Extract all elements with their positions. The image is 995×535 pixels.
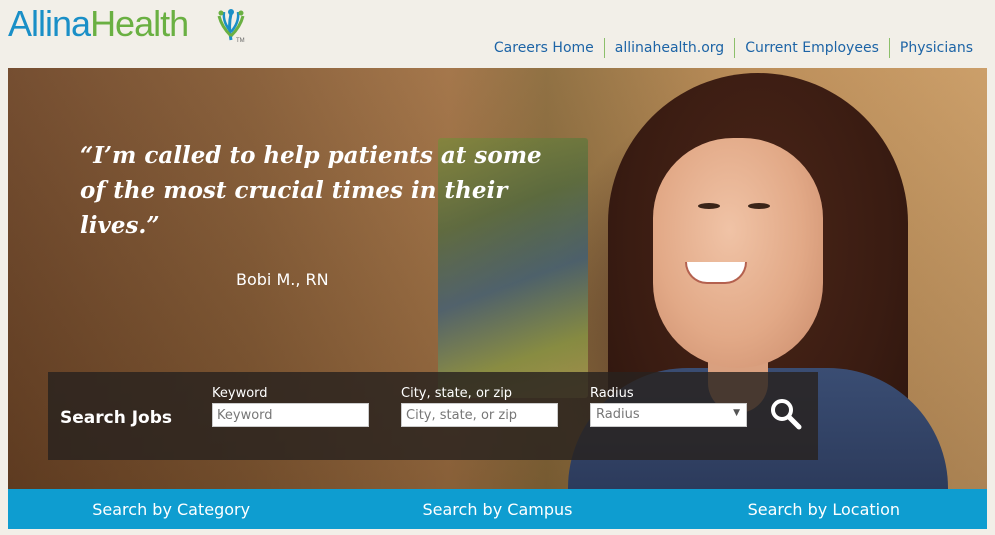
allina-health-logo[interactable]: AllinaHealth: [8, 3, 189, 44]
header: AllinaHealth TM Careers Home allinahealt…: [0, 0, 995, 68]
hero-person-eye-left: [698, 203, 720, 209]
keyword-input[interactable]: [212, 403, 369, 427]
dropdown-caret-icon: ▼: [733, 408, 740, 418]
radius-selected-value: Radius: [596, 407, 640, 422]
location-input[interactable]: [401, 403, 558, 427]
logo-text-health: Health: [90, 3, 189, 44]
hero-person-face: [653, 138, 823, 368]
allina-leaf-icon: [217, 9, 245, 41]
nav-link-current-employees[interactable]: Current Employees: [734, 38, 889, 58]
search-jobs-title: Search Jobs: [60, 408, 173, 428]
hero-quote-author: Bobi M., RN: [236, 270, 329, 289]
nav-link-allinahealth-org[interactable]: allinahealth.org: [603, 38, 734, 58]
hero-quote: “I’m called to help patients at some of …: [80, 142, 542, 239]
location-label: City, state, or zip: [401, 386, 513, 401]
keyword-label: Keyword: [212, 386, 268, 401]
search-icon[interactable]: [768, 396, 804, 432]
logo-text-allina: Allina: [8, 3, 91, 44]
nav-link-physicians[interactable]: Physicians: [888, 38, 983, 58]
search-by-category-link[interactable]: Search by Category: [8, 489, 334, 529]
search-by-navigation: Search by Category Search by Campus Sear…: [8, 489, 987, 529]
radius-select[interactable]: Radius ▼: [590, 403, 747, 427]
hero-person-eye-right: [748, 203, 770, 209]
job-search-panel: Search Jobs Keyword City, state, or zip …: [48, 372, 818, 460]
trademark-mark: TM: [236, 38, 245, 44]
keyword-field-group: Keyword: [212, 386, 369, 427]
radius-label: Radius: [590, 386, 634, 401]
location-field-group: City, state, or zip: [401, 386, 558, 427]
radius-field-group: Radius Radius ▼: [590, 386, 747, 427]
top-navigation: Careers Home allinahealth.org Current Em…: [484, 38, 983, 58]
search-by-location-link[interactable]: Search by Location: [661, 489, 987, 529]
nav-link-careers-home[interactable]: Careers Home: [484, 38, 604, 58]
search-by-campus-link[interactable]: Search by Campus: [334, 489, 660, 529]
hero-banner: “I’m called to help patients at some of …: [8, 68, 987, 489]
